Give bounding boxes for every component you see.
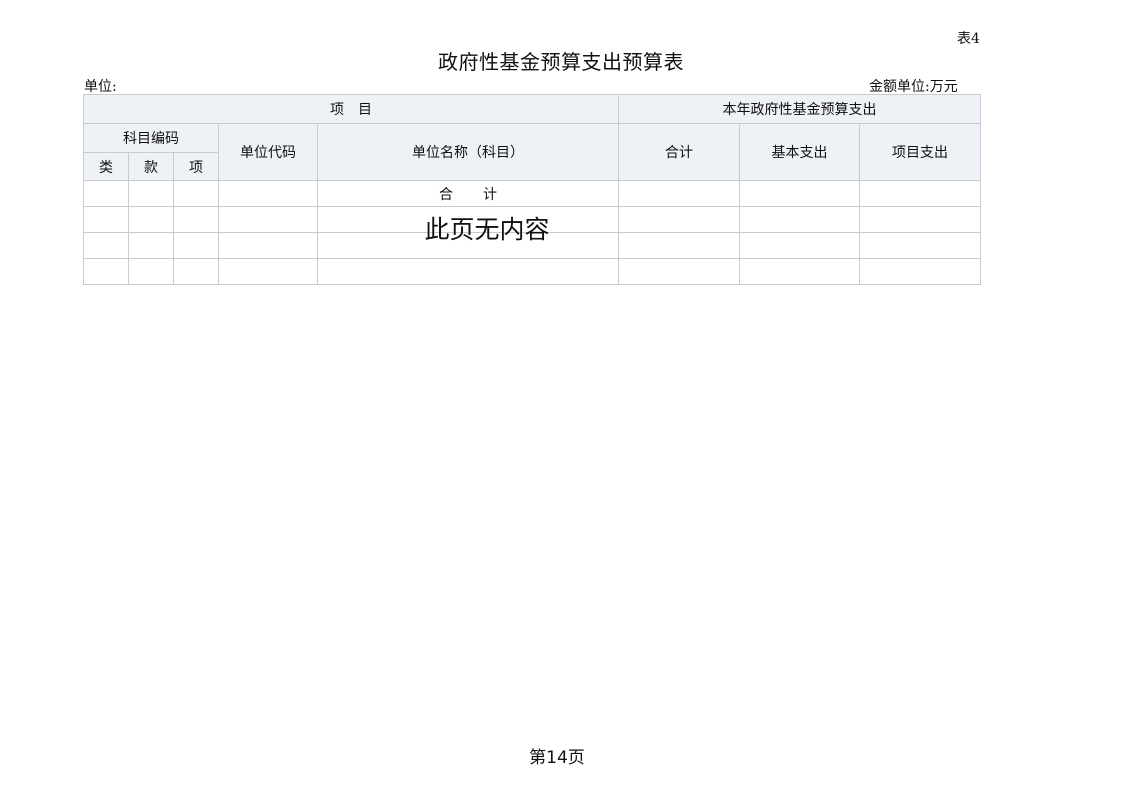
page-number: 第14页	[529, 748, 585, 768]
header-row-columns: 科目编码 单位代码 单位名称（科目） 合计 基本支出 项目支出	[83, 123, 982, 181]
total-row-label: 合计	[316, 180, 620, 207]
table-cell	[859, 180, 982, 207]
no-content-notice: 此页无内容	[424, 215, 550, 244]
table-cell	[173, 258, 219, 285]
header-code-item: 项	[173, 152, 219, 181]
header-budget-group: 本年政府性基金预算支出	[618, 94, 982, 124]
header-row-group: 项 目 本年政府性基金预算支出	[82, 94, 982, 124]
table-cell	[173, 180, 219, 207]
page-title: 政府性基金预算支出预算表	[438, 50, 684, 74]
amount-unit-label: 金额单位:万元	[869, 79, 958, 95]
table-cell	[618, 258, 741, 285]
table-cell	[83, 180, 129, 207]
table-cell	[128, 180, 174, 207]
table-cell	[859, 258, 982, 285]
header-code-class: 类	[83, 152, 129, 181]
table-cell	[316, 258, 620, 285]
header-total: 合计	[618, 123, 741, 181]
header-basic-expense: 基本支出	[739, 123, 861, 181]
header-code-section: 款	[128, 152, 174, 181]
unit-label: 单位:	[84, 79, 117, 95]
table-cell	[739, 258, 861, 285]
table-cell	[618, 180, 741, 207]
table-cell	[128, 258, 174, 285]
header-unit-code: 单位代码	[218, 123, 318, 181]
header-item-group: 项 目	[82, 94, 620, 124]
table-number: 表4	[957, 31, 980, 47]
table-cell	[218, 180, 318, 207]
table-cell	[739, 180, 861, 207]
total-row-label-text: 合计	[439, 186, 528, 203]
table-cell	[83, 258, 129, 285]
header-unit-name: 单位名称（科目）	[316, 123, 620, 181]
header-project-expense: 项目支出	[859, 123, 982, 181]
budget-table: 项 目 本年政府性基金预算支出 科目编码 单位代码 单位名称（科目） 合计 基本…	[82, 94, 982, 285]
table-cell	[218, 258, 318, 285]
header-subject-code: 科目编码	[83, 123, 219, 153]
table-row	[83, 258, 982, 285]
table-row-total: 合计	[83, 180, 982, 207]
